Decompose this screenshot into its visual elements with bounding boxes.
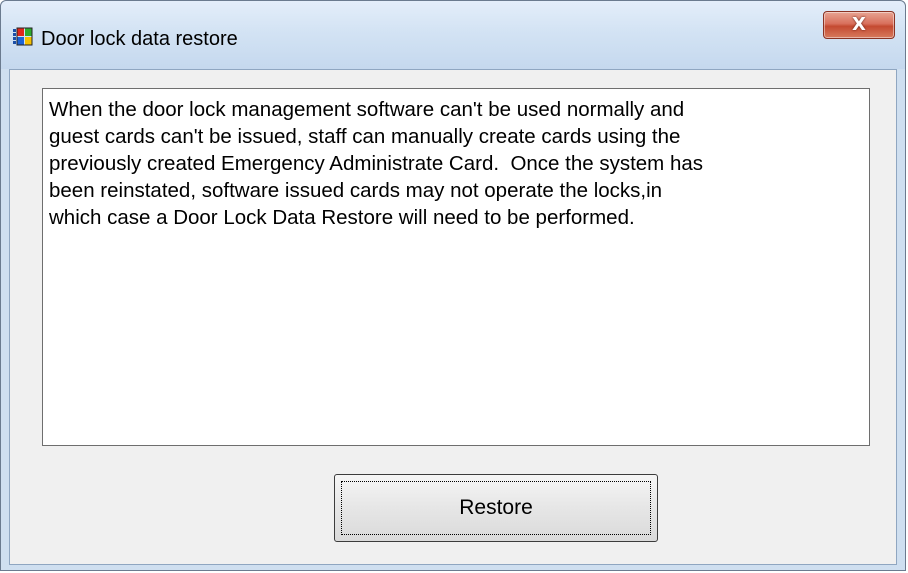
message-textbox[interactable]: When the door lock management software c… <box>42 88 870 446</box>
message-text: When the door lock management software c… <box>49 98 704 229</box>
restore-button[interactable]: Restore <box>334 474 658 542</box>
window-title: Door lock data restore <box>41 28 238 50</box>
title-bar[interactable]: Door lock data restore X <box>1 1 905 69</box>
dialog-body: When the door lock management software c… <box>9 69 897 565</box>
door-lock-app-icon <box>13 27 33 47</box>
dialog-window: Door lock data restore X When the door l… <box>0 0 906 571</box>
close-icon: X <box>852 14 866 35</box>
close-button[interactable]: X <box>823 11 895 39</box>
restore-button-label: Restore <box>459 496 533 519</box>
